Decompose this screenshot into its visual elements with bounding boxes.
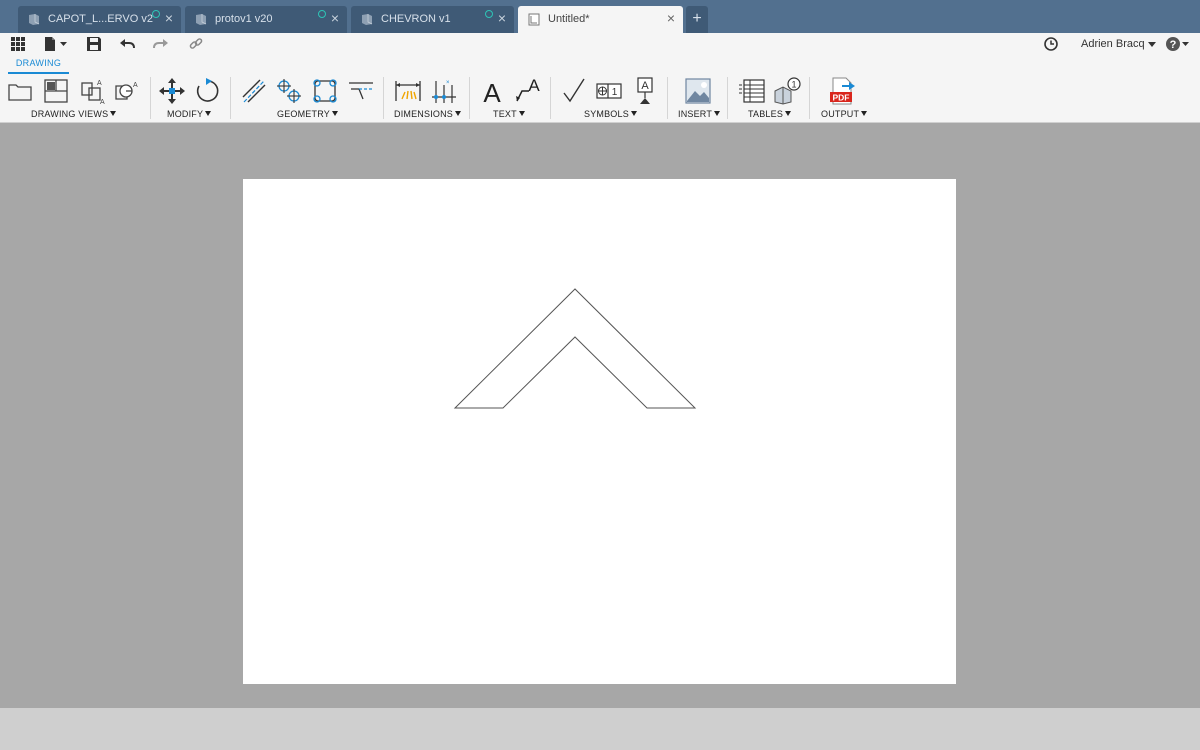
tab-label: CHEVRON v1: [381, 13, 451, 25]
tables-menu[interactable]: TABLES: [748, 109, 792, 119]
svg-text:?: ?: [1170, 39, 1177, 51]
drawing-views-menu[interactable]: DRAWING VIEWS: [31, 109, 117, 119]
dimensions-menu[interactable]: DIMENSIONS: [394, 109, 462, 119]
svg-text:1: 1: [612, 87, 618, 98]
pdf-output-icon[interactable]: PDF: [828, 77, 856, 105]
chevron-down-icon: [1147, 41, 1156, 47]
ribbon-toolbar: DRAWING AA A DRAWING VIEWS MODIFY GEOMET…: [0, 55, 1200, 123]
group-divider: [230, 77, 231, 119]
tab-label: Untitled*: [548, 13, 590, 25]
svg-text:A: A: [133, 82, 138, 89]
text-icon[interactable]: A: [478, 77, 506, 105]
document-tab-untitled[interactable]: Untitled* ×: [518, 6, 683, 33]
app-grid-icon[interactable]: [9, 36, 27, 52]
group-divider: [469, 77, 470, 119]
svg-text:A: A: [641, 80, 649, 92]
chevron-down-icon: [110, 111, 117, 116]
feature-control-frame-icon[interactable]: 1: [595, 77, 623, 105]
ordinate-dimension-icon[interactable]: ×: [430, 77, 458, 105]
chevron-geometry: [453, 288, 697, 409]
group-divider: [727, 77, 728, 119]
svg-text:A: A: [483, 78, 501, 105]
tab-drawing[interactable]: DRAWING: [8, 58, 69, 74]
user-account-menu[interactable]: Adrien Bracq: [1081, 38, 1156, 50]
svg-text:A: A: [100, 99, 105, 105]
document-tab-bar: CAPOT_L...ERVO v2 × protov1 v20 × CHEVRO…: [0, 0, 1200, 33]
svg-text:PDF: PDF: [833, 93, 850, 103]
datum-identifier-icon[interactable]: A: [631, 77, 659, 105]
close-tab-icon[interactable]: ×: [496, 11, 508, 25]
drawing-view[interactable]: [243, 179, 956, 684]
user-name-label: Adrien Bracq: [1081, 38, 1145, 50]
new-tab-button[interactable]: +: [686, 6, 708, 33]
center-mark-pattern-icon[interactable]: [311, 77, 339, 105]
document-tab-capot[interactable]: CAPOT_L...ERVO v2 ×: [18, 6, 181, 33]
edge-extension-icon[interactable]: [347, 77, 375, 105]
chevron-down-icon: [331, 111, 338, 116]
group-divider: [150, 77, 151, 119]
insert-image-icon[interactable]: [684, 77, 712, 105]
drawing-document-icon: [528, 13, 540, 26]
chevron-down-icon: [714, 111, 721, 116]
chevron-down-icon: [205, 111, 212, 116]
link-icon[interactable]: [187, 36, 205, 52]
rotate-icon[interactable]: [194, 77, 222, 105]
chevron-down-icon: [785, 111, 792, 116]
symbols-menu[interactable]: SYMBOLS: [584, 109, 637, 119]
sync-status-icon: [485, 10, 493, 18]
svg-text:1: 1: [791, 80, 796, 90]
table-icon[interactable]: [738, 77, 766, 105]
base-view-folder-icon[interactable]: [6, 77, 34, 105]
group-divider: [383, 77, 384, 119]
balloon-icon[interactable]: 1: [773, 77, 801, 105]
tab-label: protov1 v20: [215, 13, 273, 25]
status-bar: [0, 708, 1200, 750]
document-tab-protov1[interactable]: protov1 v20 ×: [185, 6, 347, 33]
group-divider: [809, 77, 810, 119]
drawing-sheet[interactable]: [243, 179, 956, 684]
tab-label: CAPOT_L...ERVO v2: [48, 13, 153, 25]
component-icon: [196, 14, 207, 25]
svg-text:×: ×: [446, 80, 450, 86]
geometry-menu[interactable]: GEOMETRY: [277, 109, 338, 119]
file-menu-icon[interactable]: [42, 36, 70, 52]
close-tab-icon[interactable]: ×: [665, 11, 677, 25]
chevron-down-icon: [455, 111, 462, 116]
move-icon[interactable]: [158, 77, 186, 105]
job-status-clock-icon[interactable]: [1042, 36, 1060, 52]
close-tab-icon[interactable]: ×: [163, 11, 175, 25]
modify-menu[interactable]: MODIFY: [167, 109, 212, 119]
insert-menu[interactable]: INSERT: [678, 109, 721, 119]
svg-text:A: A: [97, 80, 102, 87]
leader-text-icon[interactable]: A: [514, 77, 542, 105]
group-divider: [667, 77, 668, 119]
detail-view-icon[interactable]: A: [113, 77, 141, 105]
dimension-icon[interactable]: [394, 77, 422, 105]
drawing-canvas[interactable]: [0, 124, 1200, 708]
chevron-down-icon: [518, 111, 525, 116]
svg-text:A: A: [528, 77, 540, 95]
center-mark-icon[interactable]: [275, 77, 303, 105]
redo-icon[interactable]: [152, 36, 170, 52]
sync-status-icon: [152, 10, 160, 18]
surface-texture-icon[interactable]: [560, 77, 588, 105]
group-divider: [550, 77, 551, 119]
projected-view-icon[interactable]: [42, 77, 70, 105]
centerline-icon[interactable]: [240, 77, 268, 105]
component-icon: [29, 14, 40, 25]
section-view-icon[interactable]: AA: [78, 77, 106, 105]
output-menu[interactable]: OUTPUT: [821, 109, 868, 119]
component-icon: [362, 14, 373, 25]
chevron-down-icon: [630, 111, 637, 116]
chevron-down-icon: [861, 111, 868, 116]
quick-access-toolbar: Adrien Bracq ?: [0, 33, 1200, 55]
text-menu[interactable]: TEXT: [493, 109, 525, 119]
help-icon[interactable]: ?: [1165, 36, 1193, 52]
sync-status-icon: [318, 10, 326, 18]
close-tab-icon[interactable]: ×: [329, 11, 341, 25]
save-icon[interactable]: [85, 36, 103, 52]
undo-icon[interactable]: [118, 36, 136, 52]
document-tab-chevron[interactable]: CHEVRON v1 ×: [351, 6, 514, 33]
